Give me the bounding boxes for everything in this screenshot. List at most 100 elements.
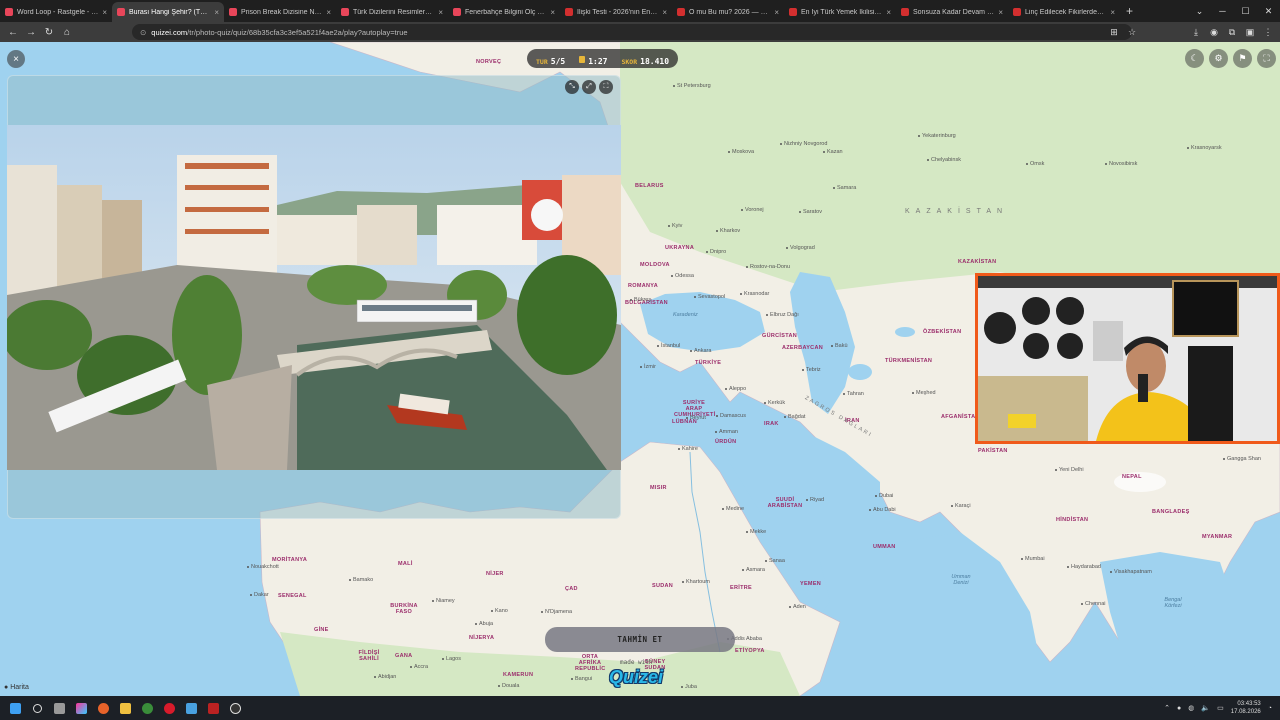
close-window-button[interactable]: ✕ bbox=[1257, 6, 1280, 17]
tab-close-icon[interactable]: × bbox=[438, 8, 443, 17]
close-game-button[interactable]: × bbox=[7, 50, 25, 68]
map-label-city: Chennai bbox=[1081, 601, 1106, 607]
map-label-city: Karaçi bbox=[951, 503, 971, 509]
app-obs-icon[interactable] bbox=[224, 696, 246, 720]
file-explorer-icon[interactable] bbox=[114, 696, 136, 720]
tab-close-icon[interactable]: × bbox=[886, 8, 891, 17]
tab-close-icon[interactable]: × bbox=[214, 8, 219, 17]
address-bar[interactable]: ⊙ quizei.com /tr/photo-quiz/quiz/68b35cf… bbox=[132, 24, 1132, 40]
home-icon[interactable]: ⌂ bbox=[58, 27, 76, 38]
map-label-city: Novosibirsk bbox=[1105, 161, 1137, 167]
map-attribution: ● Harita bbox=[4, 684, 29, 691]
map-label-city: N'Djamena bbox=[541, 609, 572, 615]
map-label-city: Voronej bbox=[741, 207, 764, 213]
tab-favicon-icon bbox=[5, 8, 13, 16]
map-label-city: Bakü bbox=[831, 343, 848, 349]
map-label-country: MOLDOVA bbox=[640, 262, 670, 268]
volume-icon[interactable]: 🔈 bbox=[1201, 704, 1210, 712]
map-label-city: Abu Dabi bbox=[869, 507, 896, 513]
browser-tab[interactable]: Linç Edilecek Fikirlerden Hangisi? × bbox=[1008, 2, 1120, 22]
map-label-country: KAMERUN bbox=[503, 672, 534, 678]
browser-tab[interactable]: Prison Break Dizisine Ne Kadar Hakimsin?… bbox=[224, 2, 336, 22]
map-label-country: IRAK bbox=[764, 421, 779, 427]
browser-tab[interactable]: Word Loop - Rastgele - Quizei × bbox=[0, 2, 112, 22]
settings-gear-icon[interactable]: ⚙ bbox=[1209, 49, 1228, 68]
tab-close-icon[interactable]: × bbox=[662, 8, 667, 17]
browser-tab[interactable]: Sonsuza Kadar Devam Edecek İlişki × bbox=[896, 2, 1008, 22]
app-notepad-icon[interactable] bbox=[180, 696, 202, 720]
tab-title: Türk Dizilerini Resimlerden Tahmin Et bbox=[353, 8, 435, 16]
forward-button[interactable]: → bbox=[22, 27, 40, 38]
install-app-icon[interactable]: ⊞ bbox=[1108, 27, 1120, 38]
clock[interactable]: 03:43:53 17.08.2026 bbox=[1231, 700, 1261, 716]
expand-icon[interactable]: ⤢ bbox=[582, 80, 596, 94]
report-flag-icon[interactable]: ⚑ bbox=[1233, 49, 1252, 68]
map-label-city: Bağdat bbox=[784, 414, 805, 420]
tab-close-icon[interactable]: × bbox=[774, 8, 779, 17]
app-firefox-icon[interactable] bbox=[92, 696, 114, 720]
map-label-city: Elbruz Dağı bbox=[766, 312, 799, 318]
fullscreen-icon[interactable]: ⛶ bbox=[1257, 49, 1276, 68]
download-icon[interactable]: ⤓ bbox=[1190, 27, 1202, 38]
tab-close-icon[interactable]: × bbox=[326, 8, 331, 17]
back-button[interactable]: ← bbox=[4, 27, 22, 38]
app-opera-icon[interactable] bbox=[158, 696, 180, 720]
profile-avatar-icon[interactable]: ▣ bbox=[1244, 27, 1256, 38]
fullscreen-icon[interactable]: ⛶ bbox=[599, 80, 613, 94]
browser-tab[interactable]: İlişki Testi - 2026'nın En Viral Testi× bbox=[560, 2, 672, 22]
tab-close-icon[interactable]: × bbox=[102, 8, 107, 17]
browser-tab[interactable]: Türk Dizilerini Resimlerden Tahmin Et× bbox=[336, 2, 448, 22]
start-windows-icon[interactable] bbox=[4, 696, 26, 720]
menu-kebab-icon[interactable]: ⋮ bbox=[1262, 27, 1274, 38]
map-label-city: Bükreş bbox=[630, 297, 651, 303]
map-label-city: Medine bbox=[722, 506, 744, 512]
site-info-icon[interactable]: ⊙ bbox=[140, 28, 146, 37]
shrink-icon[interactable]: ⤡ bbox=[565, 80, 579, 94]
guess-button[interactable]: TAHMİN ET bbox=[545, 627, 735, 652]
made-with-label: made with bbox=[620, 659, 653, 666]
extension-icon[interactable]: ◉ bbox=[1208, 27, 1220, 38]
puzzle-extensions-icon[interactable]: ⧉ bbox=[1226, 27, 1238, 38]
map-label-city: Tahran bbox=[843, 391, 864, 397]
reload-button[interactable]: ↻ bbox=[40, 27, 58, 38]
map-label-country: SENEGAL bbox=[278, 593, 307, 599]
map-label-city: İzmir bbox=[640, 364, 656, 370]
app-chrome-icon[interactable] bbox=[136, 696, 158, 720]
city-photo[interactable] bbox=[7, 125, 621, 470]
maximize-button[interactable]: ☐ bbox=[1234, 6, 1257, 17]
tab-title: Prison Break Dizisine Ne Kadar Hakimsin? bbox=[241, 8, 322, 16]
map-label-country: UKRAYNA bbox=[665, 245, 695, 251]
app-recorder-icon[interactable] bbox=[202, 696, 224, 720]
browser-tab[interactable]: O mu Bu mu? 2026 — Sevgilini Tanıyor mus… bbox=[672, 2, 784, 22]
browser-tab[interactable]: Burası Hangi Şehir? (Türkiye) - Quizei × bbox=[112, 2, 224, 22]
bookmark-star-icon[interactable]: ☆ bbox=[1126, 27, 1138, 38]
battery-icon[interactable]: ▭ bbox=[1217, 704, 1224, 712]
microphone-icon[interactable]: ● bbox=[1177, 705, 1181, 712]
tab-search-icon[interactable]: ⌄ bbox=[1188, 6, 1211, 17]
map-label-city: Visakhapatnam bbox=[1110, 569, 1152, 575]
browser-tab[interactable]: Fenerbahçe Bilgini Ölç - Quizei × bbox=[448, 2, 560, 22]
map-label-city: Krasnodar bbox=[740, 291, 769, 297]
tab-close-icon[interactable]: × bbox=[550, 8, 555, 17]
tab-favicon-icon bbox=[453, 8, 461, 16]
app-copilot-icon[interactable] bbox=[70, 696, 92, 720]
dark-mode-icon[interactable]: ☾ bbox=[1185, 49, 1204, 68]
network-icon[interactable]: ◍ bbox=[1188, 704, 1194, 712]
tray-chevron-icon[interactable]: ⌃ bbox=[1164, 704, 1170, 712]
quizei-logo[interactable]: Quizei bbox=[609, 667, 663, 688]
tab-close-icon[interactable]: × bbox=[998, 8, 1003, 17]
task-view-icon[interactable] bbox=[48, 696, 70, 720]
notification-icon[interactable]: ◔ bbox=[1268, 705, 1272, 712]
browser-tab[interactable]: En İyi Türk Yemek İkilisi Hangisi? × bbox=[784, 2, 896, 22]
map-label-city: Moskova bbox=[728, 149, 754, 155]
search-icon[interactable] bbox=[26, 696, 48, 720]
url-host: quizei.com bbox=[151, 27, 188, 37]
map-label-city: Bamako bbox=[349, 577, 373, 583]
minimize-button[interactable]: ─ bbox=[1211, 6, 1234, 16]
new-tab-button[interactable]: + bbox=[1126, 4, 1133, 18]
map-label-city: Bangui bbox=[571, 676, 592, 682]
os-taskbar: ⌃ ● ◍ 🔈 ▭ 03:43:53 17.08.2026 ◔ bbox=[0, 696, 1280, 720]
tab-title: En İyi Türk Yemek İkilisi Hangisi? bbox=[801, 8, 882, 16]
tab-close-icon[interactable]: × bbox=[1110, 8, 1115, 17]
map-label-city: Douala bbox=[498, 683, 519, 689]
